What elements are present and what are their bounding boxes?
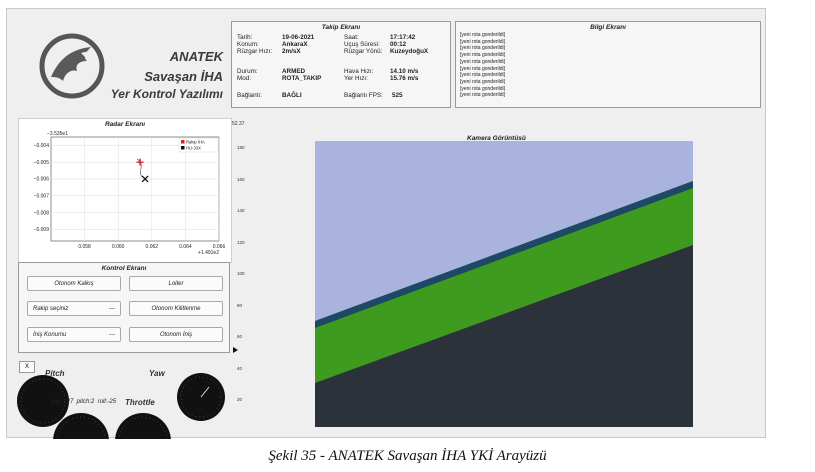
info-log-line: [yeni rota gonderildi]: [460, 58, 506, 65]
radar-x-tick-label: 0.062: [146, 244, 159, 250]
connection-fps-value: 525: [392, 92, 403, 99]
throttle-gauge-icon: [115, 413, 171, 439]
date-value: 19-06-2021: [282, 34, 315, 41]
brand-subtitle: Savaşan İHA: [144, 69, 223, 84]
wind-speed-value: 2m/sX: [282, 48, 301, 55]
landing-location-label: İniş Konumu: [33, 331, 67, 338]
altitude-pointer-icon: [233, 347, 238, 353]
radar-y-tick-label: −0.005: [34, 160, 50, 166]
brand-title: ANATEK: [169, 49, 223, 64]
groundspeed-label: Yer Hızı:: [344, 75, 368, 82]
radar-legend-label: Rakip İHA: [186, 139, 205, 144]
radar-legend-label: HU-33X: [186, 145, 201, 150]
radar-x-tick-label: 0.060: [112, 244, 125, 250]
info-log-line: [yeni rota gonderildi]: [460, 78, 506, 85]
radar-panel: Radar Ekranı 0.058 0.060 0.062 0.064 0.066 −0…: [18, 118, 232, 263]
wind-direction-label: Rüzgar Yönü:: [344, 48, 383, 55]
info-log-line: [yeni rota gonderildi]: [460, 65, 506, 72]
gcs-window: ANATEK Savaşan İHA Yer Kontrol Yazılımı …: [6, 8, 766, 439]
brand-tagline: Yer Kontrol Yazılımı: [110, 87, 223, 101]
landing-location-dropdown[interactable]: İniş Konumu ---: [27, 327, 121, 342]
throttle-label: Throttle: [125, 398, 155, 407]
info-log-line: [yeni rota gonderildi]: [460, 38, 506, 45]
info-log-line: [yeni rota gonderildi]: [460, 45, 506, 52]
brand-block: ANATEK Savaşan İHA Yer Kontrol Yazılımı: [21, 23, 229, 113]
groundspeed-value: 15.76 m/s: [390, 75, 419, 82]
tracking-panel-title: Takip Ekranı: [321, 24, 361, 31]
radar-y-tick-label: −0.004: [34, 143, 50, 149]
pitch-label: Pitch: [45, 369, 65, 378]
radar-y-tick-label: −0.007: [34, 194, 50, 200]
autonomous-lock-button[interactable]: Otonom Kilitlenme: [129, 301, 223, 316]
altitude-tick-label: 80: [237, 302, 243, 308]
wind-speed-label: Rüzgar Hızı:: [237, 48, 272, 55]
target-select-dropdown[interactable]: Rakip seçiniz ---: [27, 301, 121, 316]
control-panel-title: Kontrol Ekranı: [101, 265, 147, 272]
status-value: ARMED: [282, 68, 306, 75]
wind-direction-value: KuzeydoğuX: [390, 48, 429, 55]
info-log-line: [yeni rota gonderildi]: [460, 52, 506, 59]
altitude-tick-label: 100: [237, 271, 245, 276]
location-label: Konum:: [237, 41, 259, 48]
altitude-tick-label: 40: [237, 365, 243, 371]
connection-value: BAĞLI: [282, 92, 302, 99]
radar-x-offset-label: +1.491e2: [198, 250, 219, 256]
loiter-button[interactable]: Loiter: [129, 276, 223, 291]
gauges-area: X Pitch Yaw yaw:127 pitch:2 roll:-25 Thr…: [17, 359, 229, 439]
altitude-tick-label: 140: [237, 208, 245, 213]
time-label: Saat:: [344, 34, 359, 41]
autonomous-takeoff-button[interactable]: Otonom Kalkış: [27, 276, 121, 291]
info-log-list: [yeni rota gonderildi] [yeni rota gonderi…: [460, 32, 505, 99]
altitude-tick-label: 180: [237, 145, 245, 150]
airspeed-label: Hava Hızı:: [344, 68, 374, 75]
mode-label: Mod:: [237, 75, 251, 82]
altitude-tick-label: 20: [237, 397, 243, 402]
mode-value: ROTA_TAKIP: [282, 75, 322, 82]
radar-x-tick-label: 0.058: [78, 244, 91, 250]
location-value: AnkaraX: [282, 41, 308, 48]
radar-y-offset-label: −3.535e1: [47, 131, 68, 137]
altitude-scale-top: 52.37: [232, 121, 245, 127]
radar-x-tick-label: 0.064: [179, 244, 192, 250]
info-log-line: [yeni rota gonderildi]: [460, 72, 506, 79]
time-value: 17:17:42: [390, 34, 416, 41]
radar-y-tick-label: −0.006: [34, 177, 50, 183]
attitude-readout: yaw:127 pitch:2 roll:-25: [51, 399, 117, 405]
dropdown-dash-icon: ---: [109, 305, 115, 312]
radar-legend-swatch: [181, 140, 185, 144]
yaw-gauge-icon: [177, 373, 225, 421]
connection-label: Bağlantı:: [237, 92, 262, 99]
radar-y-tick-label: −0.008: [34, 210, 50, 216]
radar-legend-swatch: [181, 146, 185, 150]
date-label: Tarih:: [237, 34, 253, 41]
autonomous-landing-button[interactable]: Otonom İniş: [129, 327, 223, 342]
status-label: Durum:: [237, 68, 258, 75]
flight-time-label: Uçuş Süresi:: [344, 41, 380, 48]
connection-fps-label: Bağlantı FPS:: [344, 92, 383, 99]
info-panel[interactable]: Bilgi Ekranı [yeni rota gonderildi] [yeni…: [455, 21, 761, 108]
figure-caption: Şekil 35 - ANATEK Savaşan İHA YKİ Arayüz…: [268, 448, 547, 464]
altitude-tick-label: 160: [237, 176, 245, 182]
control-panel: Kontrol Ekranı Otonom Kalkış Loiter Raki…: [18, 262, 230, 353]
altitude-tick-label: 120: [237, 239, 245, 245]
yaw-label: Yaw: [149, 369, 165, 378]
radar-plot-frame: [50, 136, 220, 242]
eagle-logo-icon: [39, 33, 105, 99]
gauge-dials: [17, 373, 225, 439]
dropdown-dash-icon: ---: [109, 331, 115, 338]
info-log-line: [yeni rota gonderildi]: [460, 32, 506, 38]
info-log-line: [yeni rota gonderildi]: [460, 92, 506, 99]
info-log-line: [yeni rota gonderildi]: [460, 85, 506, 92]
altitude-tick-label: 60: [237, 334, 243, 339]
info-panel-title: Bilgi Ekranı: [590, 24, 626, 31]
target-select-label: Rakip seçiniz: [33, 305, 69, 312]
radar-y-tick-label: −0.009: [34, 227, 50, 233]
airspeed-value: 14.10 m/s: [390, 68, 419, 75]
flight-time-value: 00:12: [390, 41, 407, 48]
camera-view: [315, 141, 693, 427]
tracking-panel: Takip Ekranı Tarih: 19-06-2021 Saat: 17:…: [231, 21, 451, 108]
radar-plot: 0.058 0.060 0.062 0.064 0.066−0.004−0.005−0.…: [34, 131, 226, 256]
